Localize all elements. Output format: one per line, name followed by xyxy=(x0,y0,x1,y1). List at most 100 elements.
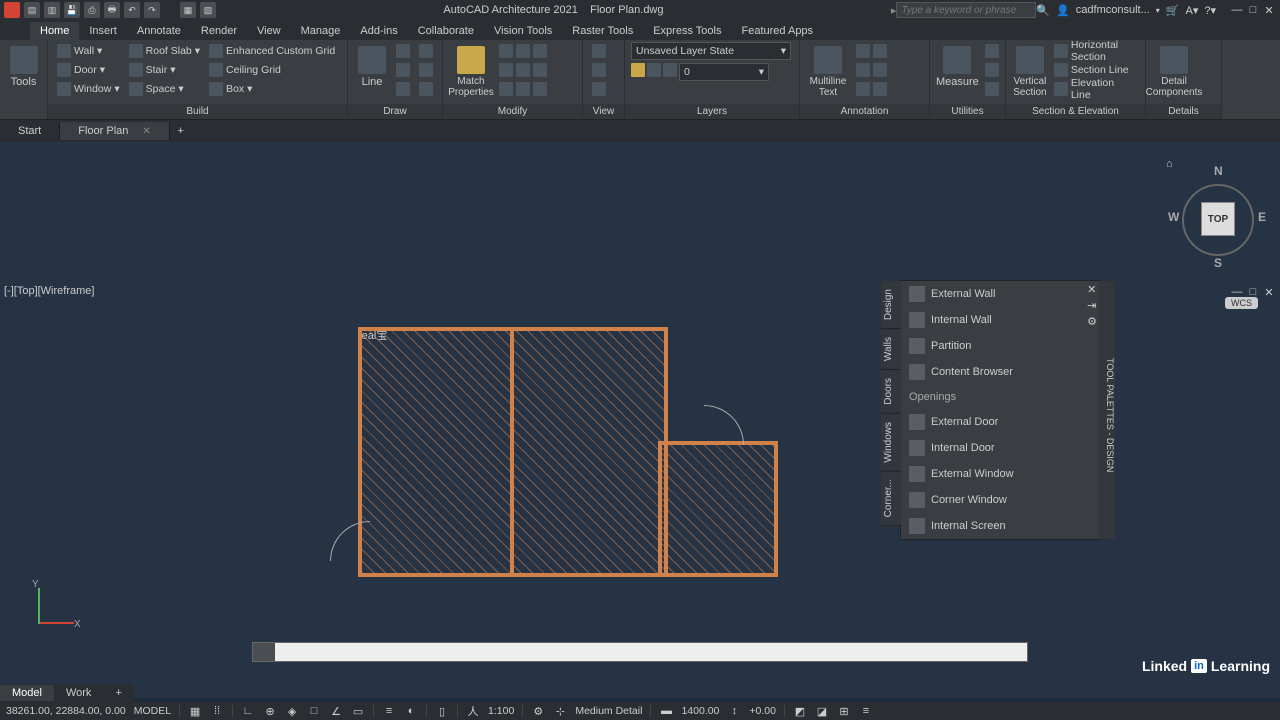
mod-i1[interactable] xyxy=(496,42,550,60)
draw-i3[interactable] xyxy=(393,80,413,98)
palette-item-extwindow[interactable]: External Window xyxy=(901,461,1099,487)
ann-i3[interactable] xyxy=(853,80,890,98)
sb-track-icon[interactable]: ∠ xyxy=(329,704,343,718)
layer-lock-icon[interactable] xyxy=(663,63,677,77)
sb-select-icon[interactable]: ▯ xyxy=(435,704,449,718)
layouttab-model[interactable]: Model xyxy=(0,685,54,701)
detailcomp-button[interactable]: Detail Components xyxy=(1152,42,1196,98)
qat-redo-icon[interactable]: ↷ xyxy=(144,2,160,18)
compass-w[interactable]: W xyxy=(1168,210,1179,224)
help-icon[interactable]: ?▾ xyxy=(1204,4,1216,17)
sb-polar-icon[interactable]: ⊕ xyxy=(263,704,277,718)
palette-gear-icon[interactable]: ⚙ xyxy=(1087,315,1097,328)
filetab-add-button[interactable]: + xyxy=(170,125,192,137)
maximize-button[interactable]: □ xyxy=(1246,3,1260,17)
qat-new-icon[interactable]: ▤ xyxy=(24,2,40,18)
sb-dyn-icon[interactable]: ▭ xyxy=(351,704,365,718)
view-i2[interactable] xyxy=(589,61,609,79)
viewcube[interactable]: ⌂ TOP N S E W xyxy=(1172,164,1262,294)
compass-e[interactable]: E xyxy=(1258,210,1266,224)
sb-cut-icon[interactable]: ▬ xyxy=(659,704,673,718)
cmd-handle-icon[interactable] xyxy=(253,643,275,661)
palette-tab-doors[interactable]: Doors xyxy=(881,370,901,414)
viewcube-face[interactable]: TOP xyxy=(1201,202,1235,236)
sb-replace-icon[interactable]: ◩ xyxy=(793,704,807,718)
qat-layer-icon[interactable]: ▧ xyxy=(200,2,216,18)
qat-open-icon[interactable]: ▥ xyxy=(44,2,60,18)
layouttab-work[interactable]: Work xyxy=(54,685,103,701)
status-space[interactable]: MODEL xyxy=(134,705,171,717)
draw-i5[interactable] xyxy=(416,61,436,79)
mod-i3[interactable] xyxy=(496,80,550,98)
search-icon[interactable]: 🔍 xyxy=(1036,4,1050,17)
sb-ui-icon[interactable]: ⊞ xyxy=(837,704,851,718)
palette-item-intscreen[interactable]: Internal Screen xyxy=(901,513,1099,539)
status-detail[interactable]: Medium Detail xyxy=(575,705,642,717)
filetab-close-icon[interactable]: ✕ xyxy=(142,126,150,137)
layer-freeze-icon[interactable] xyxy=(647,63,661,77)
drawing-canvas[interactable]: [-][Top][Wireframe] — □ ✕ real宝 Design W… xyxy=(0,142,1280,698)
sb-ann-icon[interactable]: 人 xyxy=(466,704,480,718)
close-button[interactable]: ✕ xyxy=(1262,3,1276,17)
filetab-floorplan[interactable]: Floor Plan✕ xyxy=(60,122,170,140)
account-name[interactable]: cadfmconsult... xyxy=(1076,4,1150,16)
layer-state-combo[interactable]: Unsaved Layer State▾ xyxy=(631,42,791,60)
util-i1[interactable] xyxy=(982,42,1002,60)
tab-collaborate[interactable]: Collaborate xyxy=(408,22,484,40)
tab-manage[interactable]: Manage xyxy=(291,22,351,40)
tab-featuredapps[interactable]: Featured Apps xyxy=(732,22,824,40)
view-i3[interactable] xyxy=(589,80,609,98)
sb-snap-icon[interactable]: ⁞⁞ xyxy=(210,704,224,718)
tab-home[interactable]: Home xyxy=(30,22,79,40)
layouttab-add[interactable]: + xyxy=(103,685,133,701)
viewport-label[interactable]: [-][Top][Wireframe] xyxy=(4,285,94,297)
draw-i1[interactable] xyxy=(393,42,413,60)
palette-item-intdoor[interactable]: Internal Door xyxy=(901,435,1099,461)
filetab-start[interactable]: Start xyxy=(0,122,60,140)
mtext-button[interactable]: Multiline Text xyxy=(806,42,850,98)
sb-elev-icon[interactable]: ↕ xyxy=(727,704,741,718)
search-input[interactable] xyxy=(896,2,1036,18)
stair-button[interactable]: Stair ▾ xyxy=(126,61,203,79)
tab-annotate[interactable]: Annotate xyxy=(127,22,191,40)
hsection-button[interactable]: Horizontal Section xyxy=(1051,42,1139,60)
sb-iso2-icon[interactable]: ◪ xyxy=(815,704,829,718)
sb-gear-icon[interactable]: ⚙ xyxy=(531,704,545,718)
palette-tab-corner[interactable]: Corner... xyxy=(881,471,901,526)
window-button[interactable]: Window ▾ xyxy=(54,80,123,98)
qat-plot-icon[interactable]: 🖶 xyxy=(104,2,120,18)
palette-item-extwall[interactable]: External Wall xyxy=(901,281,1099,307)
tab-view[interactable]: View xyxy=(247,22,291,40)
command-line[interactable] xyxy=(252,642,1028,662)
sb-ortho-icon[interactable]: ∟ xyxy=(241,704,255,718)
palette-item-cornerwindow[interactable]: Corner Window xyxy=(901,487,1099,513)
qat-save-icon[interactable]: 💾 xyxy=(64,2,80,18)
palette-tab-design[interactable]: Design xyxy=(881,281,901,329)
layer-current-combo[interactable]: 0▾ xyxy=(679,63,769,81)
view-i1[interactable] xyxy=(589,42,609,60)
status-scale[interactable]: 1:100 xyxy=(488,705,514,717)
draw-i4[interactable] xyxy=(416,42,436,60)
account-icon[interactable]: 👤 xyxy=(1056,4,1070,17)
palette-tab-walls[interactable]: Walls xyxy=(881,329,901,370)
box-button[interactable]: Box ▾ xyxy=(206,80,338,98)
sb-lwt-icon[interactable]: ≡ xyxy=(382,704,396,718)
wall-button[interactable]: Wall ▾ xyxy=(54,42,123,60)
matchprop-button[interactable]: Match Properties xyxy=(449,42,493,98)
measure-button[interactable]: Measure xyxy=(936,42,979,88)
status-val2[interactable]: +0.00 xyxy=(749,705,776,717)
line-button[interactable]: Line xyxy=(354,42,390,88)
apps-icon[interactable]: A▾ xyxy=(1186,4,1199,17)
qat-undo-icon[interactable]: ↶ xyxy=(124,2,140,18)
tab-rastertools[interactable]: Raster Tools xyxy=(562,22,643,40)
cart-icon[interactable]: 🛒 xyxy=(1166,4,1180,17)
palette-item-partition[interactable]: Partition xyxy=(901,333,1099,359)
ann-i1[interactable] xyxy=(853,42,890,60)
sb-menu-icon[interactable]: ≡ xyxy=(859,704,873,718)
palette-item-intwall[interactable]: Internal Wall xyxy=(901,307,1099,333)
palette-pin-icon[interactable]: ⇥ xyxy=(1087,299,1097,312)
vsection-button[interactable]: Vertical Section xyxy=(1012,42,1048,98)
tab-addins[interactable]: Add-ins xyxy=(350,22,407,40)
ceiling-button[interactable]: Ceiling Grid xyxy=(206,61,338,79)
minimize-button[interactable]: — xyxy=(1230,3,1244,17)
